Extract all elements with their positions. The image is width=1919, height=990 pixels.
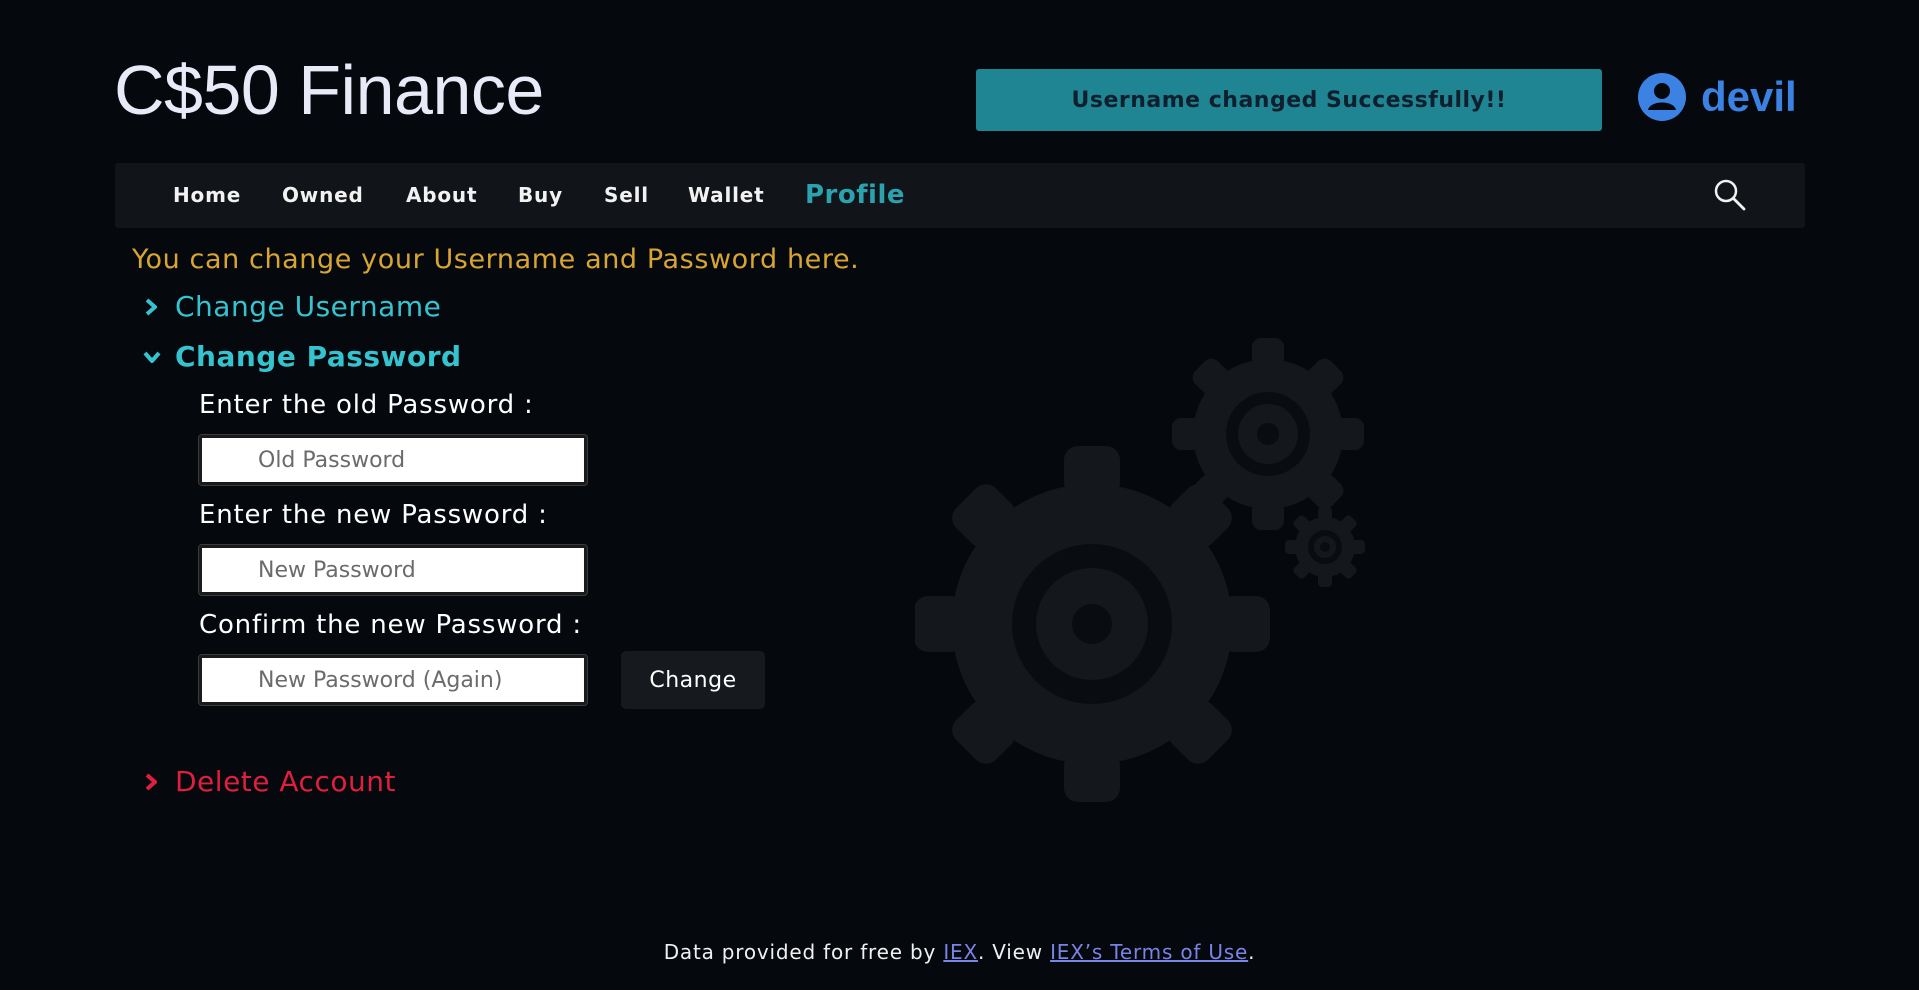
nav-buy[interactable]: Buy xyxy=(518,163,563,228)
chevron-right-icon xyxy=(145,772,157,791)
new-password-label: Enter the new Password : xyxy=(199,500,548,530)
page: C$50 Finance Username changed Successful… xyxy=(0,0,1919,990)
footer-suffix: . xyxy=(1248,940,1256,964)
iex-terms-link[interactable]: IEX’s Terms of Use xyxy=(1050,940,1248,964)
footer: Data provided for free by IEX. View IEX’… xyxy=(0,940,1919,964)
nav-home[interactable]: Home xyxy=(173,163,241,228)
gears-illustration xyxy=(915,338,1365,802)
nav-about[interactable]: About xyxy=(406,163,477,228)
change-password-button[interactable]: Change xyxy=(621,651,765,709)
nav-wallet[interactable]: Wallet xyxy=(688,163,764,228)
navbar: Home Owned About Buy Sell Wallet Profile xyxy=(115,163,1805,228)
search-icon[interactable] xyxy=(1712,177,1748,213)
footer-prefix: Data provided for free by xyxy=(663,940,937,964)
chevron-right-icon xyxy=(145,297,157,316)
chevron-down-icon xyxy=(143,351,161,363)
delete-account-toggle[interactable]: Delete Account xyxy=(143,765,396,798)
nav-profile[interactable]: Profile xyxy=(805,163,905,228)
change-password-toggle[interactable]: Change Password xyxy=(143,340,462,373)
old-password-label: Enter the old Password : xyxy=(199,390,534,420)
old-password-input[interactable] xyxy=(198,434,588,486)
change-password-label: Change Password xyxy=(175,340,462,373)
user-menu[interactable]: devil xyxy=(1637,72,1797,122)
new-password-input[interactable] xyxy=(198,544,588,596)
confirm-password-label: Confirm the new Password : xyxy=(199,610,582,640)
profile-intro: You can change your Username and Passwor… xyxy=(132,244,860,275)
footer-middle: . View xyxy=(977,940,1043,964)
nav-sell[interactable]: Sell xyxy=(604,163,649,228)
brand-title[interactable]: C$50 Finance xyxy=(114,48,544,132)
flash-message: Username changed Successfully!! xyxy=(976,69,1602,131)
change-username-toggle[interactable]: Change Username xyxy=(143,290,441,323)
nav-owned[interactable]: Owned xyxy=(282,163,364,228)
username: devil xyxy=(1701,73,1797,120)
iex-link[interactable]: IEX xyxy=(943,940,978,964)
delete-account-label: Delete Account xyxy=(175,765,396,798)
confirm-password-input[interactable] xyxy=(198,654,588,706)
flash-message-text: Username changed Successfully!! xyxy=(1071,87,1507,113)
change-username-label: Change Username xyxy=(175,290,442,323)
user-circle-icon xyxy=(1638,73,1686,121)
